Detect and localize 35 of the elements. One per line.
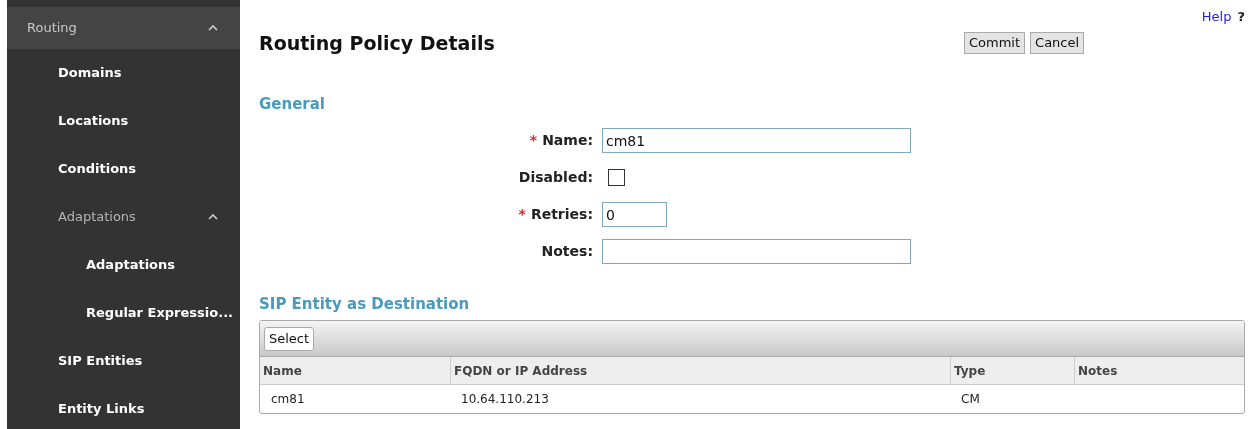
column-header: Type: [950, 357, 1074, 384]
cancel-button[interactable]: Cancel: [1030, 32, 1085, 54]
chevron-up-icon: [208, 214, 218, 220]
sidebar-item[interactable]: Conditions: [7, 145, 240, 193]
field-label: Disabled:: [518, 168, 593, 187]
sidebar-item[interactable]: Adaptations: [7, 241, 240, 289]
sidebar-group[interactable]: Routing: [7, 7, 240, 49]
table-cell: CM: [961, 392, 980, 406]
input-field[interactable]: cm81: [602, 128, 911, 153]
select-button[interactable]: Select: [264, 326, 315, 351]
input-field[interactable]: 0: [602, 202, 667, 227]
column-header: Name: [262, 362, 303, 380]
sidebar-item[interactable]: Regular Expressio...: [7, 289, 240, 337]
column-header: Notes: [1074, 357, 1244, 384]
input-field[interactable]: [602, 239, 911, 264]
required-mark: *: [518, 205, 526, 224]
field-label: Retries:: [530, 205, 593, 224]
field-label: Name:: [542, 131, 593, 150]
sidebar-item[interactable]: Entity Links: [7, 385, 240, 429]
chevron-up-icon: [208, 25, 218, 31]
table-cell: 10.64.110.213: [461, 392, 549, 406]
section-heading: SIP Entity as Destination: [259, 293, 471, 315]
sidebar-item[interactable]: Domains: [7, 49, 240, 97]
sidebar-item[interactable]: Locations: [7, 97, 240, 145]
section-heading: General: [259, 94, 326, 115]
table-cell: cm81: [271, 392, 305, 406]
field-label: Notes:: [541, 242, 593, 261]
page-title: Routing Policy Details: [259, 30, 496, 56]
sidebar-item[interactable]: SIP Entities: [7, 337, 240, 385]
help-icon[interactable]: ?: [1237, 7, 1245, 27]
commit-button[interactable]: Commit: [964, 32, 1026, 54]
help-link[interactable]: Help: [1201, 7, 1232, 27]
required-mark: *: [529, 131, 538, 150]
column-header: FQDN or IP Address: [450, 357, 950, 384]
sidebar-group[interactable]: Adaptations: [7, 193, 240, 241]
